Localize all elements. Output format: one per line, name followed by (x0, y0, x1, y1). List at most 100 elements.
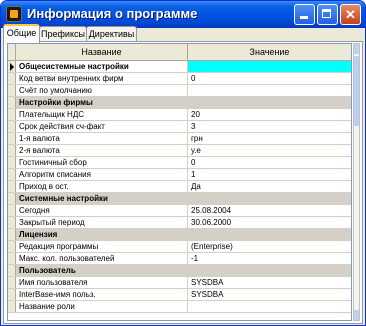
row-value-cell[interactable] (188, 97, 351, 108)
row-indicator[interactable] (8, 277, 16, 288)
row-indicator[interactable] (8, 145, 16, 156)
table-row[interactable]: Редакция программы (Enterprise) (8, 241, 351, 253)
row-name-cell[interactable]: Имя пользователя (16, 277, 188, 288)
row-indicator[interactable] (8, 265, 16, 276)
row-value-cell[interactable]: Да (188, 181, 351, 192)
row-value-cell[interactable]: грн (188, 133, 351, 144)
row-value-cell[interactable]: 25.08.2004 (188, 205, 351, 216)
maximize-button[interactable] (317, 4, 338, 25)
row-name-cell[interactable]: Общесистемные настройки (16, 61, 188, 72)
group-row[interactable]: Настройки фирмы (8, 97, 351, 109)
row-indicator[interactable] (8, 97, 16, 108)
row-value-cell[interactable]: 20 (188, 109, 351, 120)
row-indicator[interactable] (8, 205, 16, 216)
row-indicator[interactable] (8, 229, 16, 240)
row-name-cell[interactable]: Закрытый период (16, 217, 188, 228)
row-indicator[interactable] (8, 73, 16, 84)
row-value-cell[interactable] (188, 301, 351, 312)
group-row[interactable]: Системные настройки (8, 193, 351, 205)
table-row[interactable]: Алгоритм списания 1 (8, 169, 351, 181)
row-value-cell[interactable] (188, 85, 351, 96)
row-name-cell[interactable]: Счёт по умолчанию (16, 85, 188, 96)
row-name-cell[interactable]: Код ветви внутренних фирм (16, 73, 188, 84)
row-indicator[interactable] (8, 289, 16, 300)
row-value-cell[interactable]: 3 (188, 121, 351, 132)
title-bar[interactable]: Информация о программе ✕ (1, 1, 365, 28)
row-indicator[interactable] (8, 253, 16, 264)
row-value-cell[interactable]: -1 (188, 253, 351, 264)
row-name-cell[interactable]: 2-я валюта (16, 145, 188, 156)
tab-general[interactable]: Общие (3, 24, 40, 43)
row-name-cell[interactable]: Пользователь (16, 265, 188, 276)
row-name-cell[interactable]: Сегодня (16, 205, 188, 216)
row-indicator[interactable] (8, 109, 16, 120)
row-value-cell[interactable]: 0 (188, 73, 351, 84)
close-button[interactable]: ✕ (340, 4, 361, 25)
row-indicator[interactable] (8, 301, 16, 312)
row-indicator[interactable] (8, 217, 16, 228)
row-value-cell[interactable]: 30.06.2000 (188, 217, 351, 228)
row-name-cell[interactable]: Название роли (16, 301, 188, 312)
row-value-cell[interactable]: у.е (188, 145, 351, 156)
table-row[interactable]: InterBase-имя польз. SYSDBA (8, 289, 351, 301)
scroll-down-arrow[interactable] (354, 310, 359, 320)
row-value-cell[interactable]: (Enterprise) (188, 241, 351, 252)
row-value-cell[interactable] (188, 61, 351, 72)
table-row[interactable]: Макс. кол. пользователей -1 (8, 253, 351, 265)
vertical-scrollbar[interactable] (353, 43, 360, 321)
app-icon[interactable] (6, 6, 22, 22)
row-value-cell[interactable]: SYSDBA (188, 277, 351, 288)
row-name-cell[interactable]: Лицензия (16, 229, 188, 240)
row-name-cell[interactable]: 1-я валюта (16, 133, 188, 144)
scroll-thumb[interactable] (354, 56, 359, 126)
table-row[interactable]: 1-я валюта грн (8, 133, 351, 145)
row-indicator[interactable] (8, 157, 16, 168)
table-row[interactable]: Сегодня 25.08.2004 (8, 205, 351, 217)
row-indicator[interactable] (8, 133, 16, 144)
column-header-value[interactable]: Значение (188, 44, 351, 60)
row-value-cell[interactable] (188, 229, 351, 240)
row-indicator[interactable] (8, 181, 16, 192)
table-row[interactable]: Имя пользователя SYSDBA (8, 277, 351, 289)
row-value-cell[interactable]: SYSDBA (188, 289, 351, 300)
row-name-cell[interactable]: Редакция программы (16, 241, 188, 252)
row-name-cell[interactable]: Плательщик НДС (16, 109, 188, 120)
row-name-cell[interactable]: Настройки фирмы (16, 97, 188, 108)
settings-grid[interactable]: Название Значение Общесистемные настройк… (7, 43, 352, 321)
table-row[interactable]: Закрытый период 30.06.2000 (8, 217, 351, 229)
row-name-cell[interactable]: Срок действия сч-факт (16, 121, 188, 132)
row-value-cell[interactable]: 0 (188, 157, 351, 168)
row-name-cell[interactable]: Гостиничный сбор (16, 157, 188, 168)
tab-directives[interactable]: Директивы (86, 26, 137, 42)
grid-rows: Общесистемные настройки Код ветви внутрен… (8, 61, 351, 313)
scroll-up-arrow[interactable] (354, 44, 359, 54)
group-row[interactable]: Пользователь (8, 265, 351, 277)
column-header-name[interactable]: Название (16, 44, 188, 60)
table-row[interactable]: Плательщик НДС 20 (8, 109, 351, 121)
row-indicator[interactable] (8, 169, 16, 180)
table-row[interactable]: Гостиничный сбор 0 (8, 157, 351, 169)
table-row[interactable]: 2-я валюта у.е (8, 145, 351, 157)
row-indicator[interactable] (8, 241, 16, 252)
tab-prefixes[interactable]: Префиксы (39, 26, 87, 42)
row-name-cell[interactable]: Приход в ост. (16, 181, 188, 192)
table-row[interactable]: Счёт по умолчанию (8, 85, 351, 97)
table-row[interactable]: Приход в ост. Да (8, 181, 351, 193)
row-value-cell[interactable] (188, 193, 351, 204)
row-name-cell[interactable]: InterBase-имя польз. (16, 289, 188, 300)
minimize-button[interactable] (294, 4, 315, 25)
group-row[interactable]: Общесистемные настройки (8, 61, 351, 73)
group-row[interactable]: Лицензия (8, 229, 351, 241)
row-name-cell[interactable]: Системные настройки (16, 193, 188, 204)
row-name-cell[interactable]: Макс. кол. пользователей (16, 253, 188, 264)
row-indicator[interactable] (8, 193, 16, 204)
row-indicator[interactable] (8, 61, 16, 72)
table-row[interactable]: Код ветви внутренних фирм 0 (8, 73, 351, 85)
row-value-cell[interactable]: 1 (188, 169, 351, 180)
row-value-cell[interactable] (188, 265, 351, 276)
table-row[interactable]: Срок действия сч-факт 3 (8, 121, 351, 133)
table-row[interactable]: Название роли (8, 301, 351, 313)
row-indicator[interactable] (8, 85, 16, 96)
row-indicator[interactable] (8, 121, 16, 132)
row-name-cell[interactable]: Алгоритм списания (16, 169, 188, 180)
